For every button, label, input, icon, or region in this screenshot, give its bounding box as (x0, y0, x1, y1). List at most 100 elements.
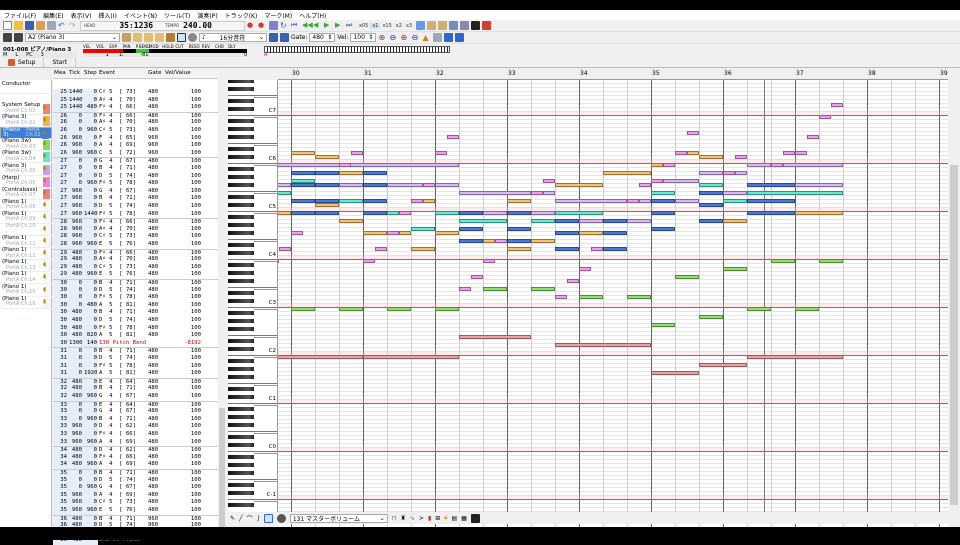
note[interactable] (699, 171, 723, 175)
line-icon[interactable]: ╱ (239, 515, 243, 522)
menu-item[interactable]: ツール(T) (164, 11, 190, 20)
note[interactable] (651, 371, 699, 375)
note[interactable] (567, 279, 579, 283)
note[interactable] (699, 155, 723, 159)
note[interactable] (555, 183, 603, 187)
track-color-swatch[interactable]: ◖ (43, 104, 50, 114)
speaker-icon[interactable]: ◖ (43, 214, 46, 220)
note[interactable] (555, 295, 567, 299)
event-row[interactable]: 27 0 960 F♯ 5 [ 78] 480 100 (53, 180, 219, 188)
event-row[interactable]: 29 480 0 F♯ 4 [ 66] 480 100 (53, 248, 219, 258)
event-row[interactable]: 25 1440 0 C♯ 5 [ 73] 480 100 (53, 89, 219, 97)
menu-item[interactable]: 演奏(P) (197, 11, 217, 20)
measure-label[interactable]: 35 (652, 70, 660, 77)
event-row[interactable]: 35 960 0 A 4 [ 69] 480 100 (53, 491, 219, 500)
note[interactable] (747, 307, 771, 311)
note[interactable] (435, 307, 459, 311)
loop-icon[interactable]: ↻ (280, 21, 289, 30)
event-row[interactable]: 27 960 0 G 4 [ 67] 480 100 (53, 187, 219, 196)
note[interactable] (747, 199, 795, 203)
event-row[interactable]: 25 1440 0 A♯ 4 [ 70] 480 100 (53, 96, 219, 105)
monitor-icon[interactable] (460, 21, 470, 30)
hand3-icon[interactable] (155, 33, 164, 42)
event-row[interactable]: 25 1440 480 F♯ 4 [ 66] 480 100 (53, 104, 219, 112)
col-tick[interactable]: Tick (69, 70, 80, 76)
event-row[interactable]: 33 960 960 A 4 [ 69] 480 100 (53, 438, 219, 447)
speaker-icon[interactable]: ◖ (43, 189, 46, 196)
note[interactable] (747, 191, 843, 195)
select-rect-icon[interactable] (177, 33, 186, 42)
note[interactable] (399, 231, 411, 235)
note[interactable] (771, 259, 795, 263)
col-value[interactable]: Vel/Value (165, 70, 191, 76)
vertical-scrollbar[interactable] (948, 80, 960, 512)
black-key[interactable] (228, 443, 254, 447)
event-row[interactable]: 29 480 960 E 5 [ 76] 480 100 (53, 271, 219, 279)
vel-input[interactable]: 100 ⇕ (350, 33, 377, 42)
note[interactable] (651, 323, 675, 327)
track-color-swatch[interactable]: ◖ (43, 285, 50, 296)
note[interactable] (387, 183, 423, 187)
note[interactable] (555, 219, 579, 223)
speaker-icon[interactable]: ◖ (43, 250, 46, 256)
black-key[interactable] (228, 455, 254, 459)
note[interactable] (771, 163, 783, 167)
note-length-select[interactable]: ♪ 16分音符 ⌄ (199, 33, 267, 42)
event-row[interactable]: 33 0 0 G 4 [ 67] 480 100 (53, 408, 219, 416)
document-icon[interactable] (47, 21, 56, 30)
event-row[interactable]: 35 0 0 D 5 [ 74] 480 100 (53, 476, 219, 485)
note[interactable] (435, 211, 459, 215)
event-row[interactable]: 26 960 0 F 4 [ 65] 960 100 (53, 134, 219, 143)
note[interactable] (555, 343, 651, 347)
event-row[interactable]: 34 480 0 D 4 [ 62] 480 100 (53, 446, 219, 455)
note[interactable] (507, 211, 531, 215)
note[interactable] (315, 203, 339, 207)
event-row[interactable]: 31 0 0 D 5 [ 74] 480 100 (53, 355, 219, 363)
select-rect-icon[interactable] (263, 513, 273, 523)
note[interactable] (363, 259, 375, 263)
track-color-swatch[interactable]: ◖ (43, 176, 50, 187)
note[interactable] (723, 199, 747, 203)
note[interactable] (579, 267, 591, 271)
note[interactable] (735, 171, 747, 175)
note[interactable] (363, 199, 387, 203)
note[interactable] (831, 103, 843, 107)
black-key[interactable] (228, 347, 254, 351)
note[interactable] (723, 219, 747, 223)
speaker-icon[interactable]: ◖ (43, 117, 46, 123)
measure-label[interactable]: 31 (364, 70, 372, 77)
event-row[interactable]: 33 0 0 E 4 [ 64] 480 100 (53, 400, 219, 410)
black-key[interactable] (228, 203, 254, 207)
event-row[interactable]: 34 480 960 A 4 [ 69] 480 100 (53, 461, 219, 469)
note[interactable] (483, 259, 495, 263)
event-row[interactable]: 36 480 0 B 4 [ 71] 960 100 (53, 514, 219, 524)
event-row[interactable]: 30 480 820 A 5 [ 81] 480 100 (53, 332, 219, 340)
black-key[interactable] (228, 155, 254, 159)
measure-label[interactable]: 33 (508, 70, 516, 77)
note[interactable] (747, 211, 795, 215)
note[interactable] (639, 183, 651, 187)
event-row[interactable]: 29 480 0 A♯ 4 [ 70] 480 100 (53, 256, 219, 264)
note[interactable] (555, 247, 579, 251)
go-start-icon[interactable]: ⏮ (291, 21, 300, 30)
track-item[interactable]: (Piano 1) PortA Ch.08 ◖ (0, 199, 52, 212)
greater-icon[interactable]: > (419, 515, 424, 522)
event-row[interactable]: 27 960 0 D 5 [ 74] 480 100 (53, 203, 219, 211)
measure-label[interactable]: 36 (724, 70, 732, 77)
note[interactable] (278, 355, 363, 359)
black-key[interactable] (228, 291, 254, 295)
black-key[interactable] (228, 119, 254, 123)
note[interactable] (747, 183, 795, 187)
event-row[interactable]: 27 960 0 B 4 [ 71] 480 100 (53, 195, 219, 203)
curve2-icon[interactable]: ∫ (257, 515, 260, 522)
note[interactable] (531, 211, 555, 215)
speed-button[interactable]: x1 (370, 22, 381, 29)
event-row[interactable]: 33 0 960 B 4 [ 71] 480 100 (53, 415, 219, 424)
note[interactable] (555, 231, 579, 235)
tool-icon[interactable] (427, 21, 437, 30)
lock-icon[interactable]: 🔒︎ (444, 514, 447, 522)
event-row[interactable]: 28 960 960 E 5 [ 76] 480 100 (53, 241, 219, 249)
note[interactable] (459, 239, 483, 243)
note[interactable] (651, 211, 675, 215)
note[interactable] (675, 275, 699, 279)
